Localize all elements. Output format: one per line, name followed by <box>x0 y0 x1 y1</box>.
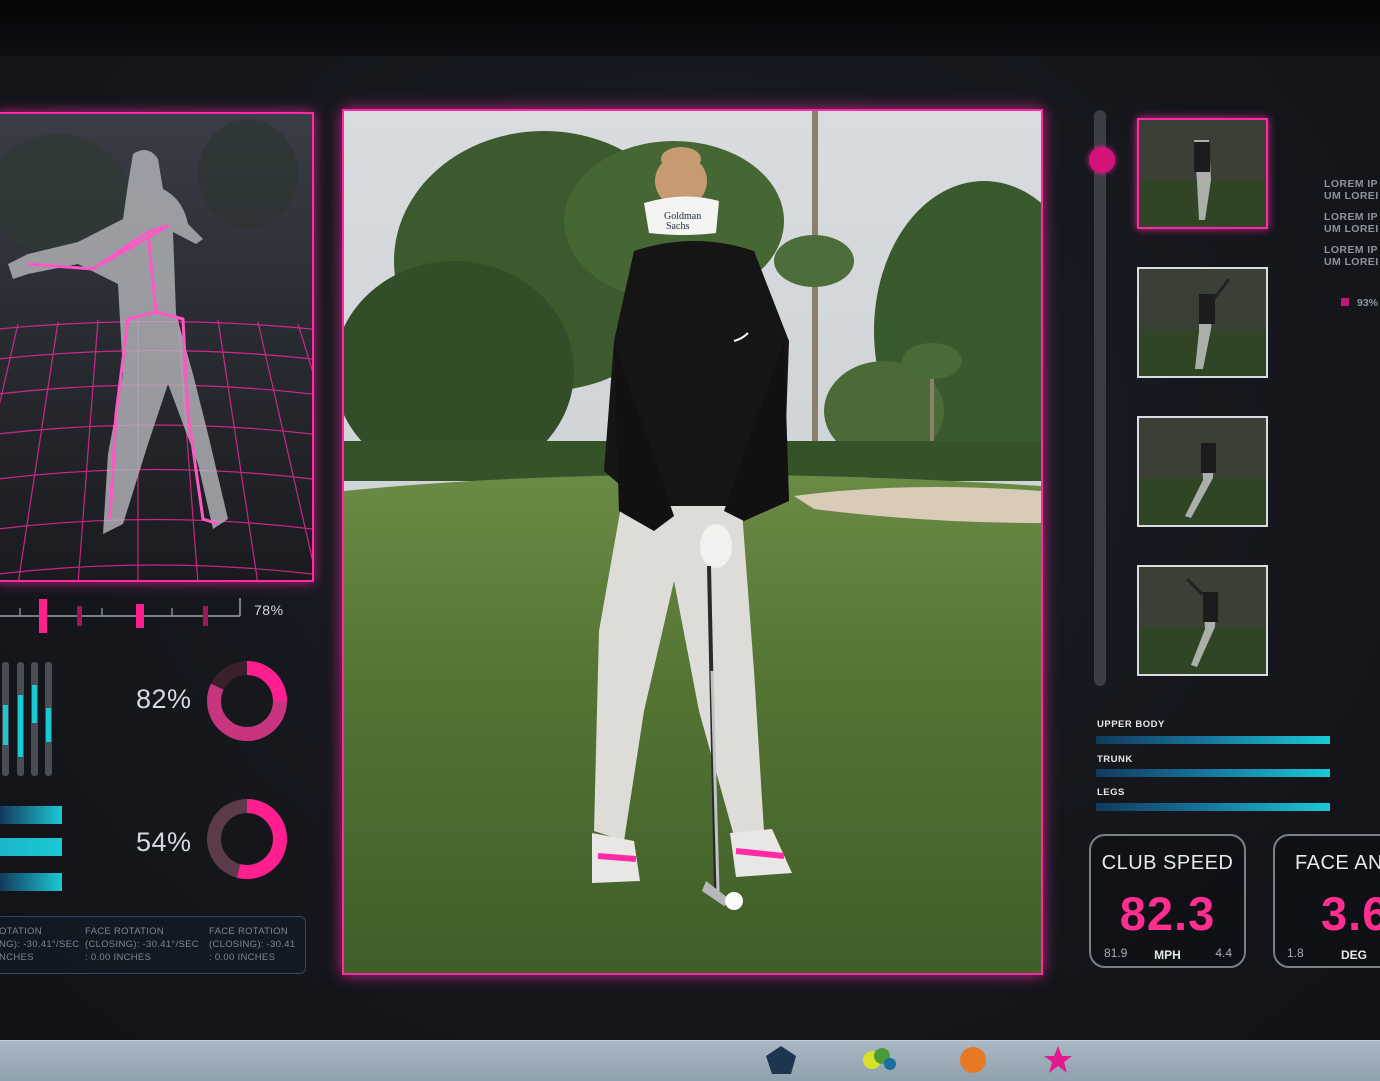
pose-scene <box>0 119 312 580</box>
pose-tracking-view[interactable] <box>0 112 314 582</box>
frame-thumbnail-2[interactable] <box>1137 267 1268 378</box>
face-angle-card[interactable]: FACE ANG 3.6 1.8 DEG <box>1273 834 1380 968</box>
app-dock <box>0 1040 1380 1081</box>
club-speed-card[interactable]: CLUB SPEED 82.3 81.9 MPH 4.4 <box>1089 834 1246 968</box>
side-note-3: LOREM IP UM LOREI <box>1324 244 1379 268</box>
donut-1-chart <box>207 661 287 741</box>
rotation-col-3: FACE ROTATION (CLOSING): -30.41 : 0.00 I… <box>209 926 296 963</box>
segment-bar-trunk <box>1096 769 1330 777</box>
equalizer-meter <box>2 662 52 776</box>
donut-1-label: 82% <box>136 684 192 714</box>
metric-value: 82.3 <box>1119 887 1216 940</box>
cluster-icon[interactable] <box>860 1044 900 1076</box>
legend-swatch <box>1341 298 1349 306</box>
frame-thumbnail-1[interactable] <box>1137 118 1268 229</box>
metric-max: 4.4 <box>1215 946 1232 960</box>
pink-star-icon[interactable] <box>1042 1044 1074 1076</box>
golfer-scene: Goldman Sachs <box>344 111 1041 973</box>
segment-label-upper-body: UPPER BODY <box>1097 719 1165 730</box>
side-note-2: LOREM IP UM LOREI <box>1324 211 1379 235</box>
scrub-marker <box>39 599 47 633</box>
svg-text:Sachs: Sachs <box>666 221 689 232</box>
donut-2-label: 54% <box>136 827 192 857</box>
scrub-percent: 78% <box>254 602 284 618</box>
segment-label-trunk: TRUNK <box>1097 754 1133 765</box>
frame-thumbnail-4[interactable] <box>1137 565 1268 676</box>
metric-title: FACE ANG <box>1295 852 1380 874</box>
metric-unit: DEG <box>1341 948 1368 962</box>
frame-thumbnail-3[interactable] <box>1137 416 1268 527</box>
horizontal-bars <box>0 806 62 891</box>
face-rotation-panel: OTATION NG): -30.41°/SEC NCHES FACE ROTA… <box>0 916 306 974</box>
metric-min: 1.8 <box>1287 946 1304 960</box>
rotation-col-1: OTATION NG): -30.41°/SEC NCHES <box>0 926 80 963</box>
metric-value: 3.6 <box>1321 887 1380 940</box>
top-bezel <box>0 0 1380 58</box>
segment-bar-legs <box>1096 803 1330 811</box>
segment-bar-upper-body <box>1096 736 1330 744</box>
frame-slider-knob[interactable] <box>1089 147 1115 173</box>
segment-label-legs: LEGS <box>1097 787 1125 798</box>
orange-ball-icon[interactable] <box>957 1044 989 1076</box>
side-note-1: LOREM IP UM LOREI <box>1324 178 1379 202</box>
donut-2-chart <box>207 799 287 879</box>
frame-slider-track[interactable] <box>1094 110 1106 686</box>
pentagon-icon[interactable] <box>764 1044 798 1076</box>
main-swing-video[interactable]: Goldman Sachs <box>342 109 1043 975</box>
legend-percent: 93% <box>1357 297 1379 309</box>
rotation-col-2: FACE ROTATION (CLOSING): -30.41°/SEC : 0… <box>85 926 199 963</box>
metric-title: CLUB SPEED <box>1101 852 1234 874</box>
